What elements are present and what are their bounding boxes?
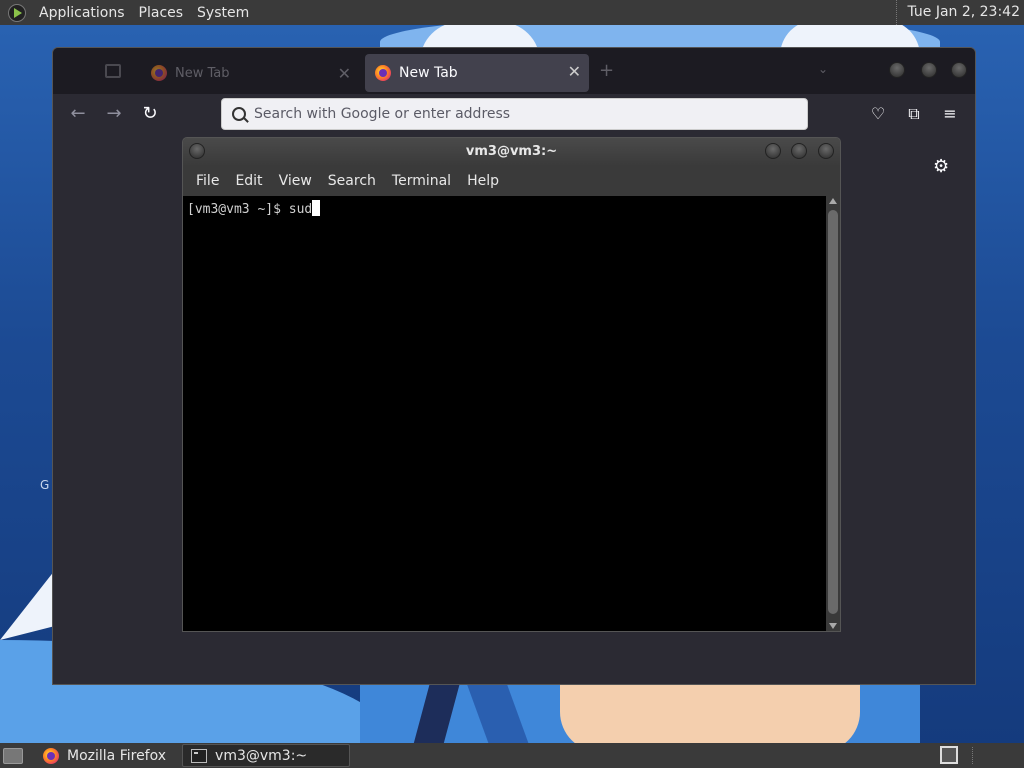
tab-new-tab-inactive[interactable]: New Tab ✕ [141,58,351,88]
maximize-button[interactable] [921,62,937,78]
forward-arrow-icon[interactable]: → [102,102,126,126]
terminal-window: vm3@vm3:~ File Edit View Search Terminal… [182,137,841,632]
desktop-icon-label[interactable]: G [40,478,49,492]
extensions-puzzle-icon[interactable]: ⧉ [903,103,925,125]
distro-logo-icon[interactable] [8,3,26,22]
terminal-menu-bar: File Edit View Search Terminal Help [183,166,840,196]
firefox-nav-bar: ← → ↻ ♡ ⧉ ≡ [53,94,975,134]
firefox-logo-icon [151,65,167,81]
menu-edit[interactable]: Edit [227,173,270,189]
workspace-switcher[interactable] [940,746,958,764]
close-button[interactable] [951,62,967,78]
bottom-panel: Mozilla Firefox vm3@vm3:~ [0,743,1024,768]
menu-terminal[interactable]: Terminal [384,173,459,189]
menu-view[interactable]: View [271,173,320,189]
tab-new-tab-active[interactable]: New Tab ✕ [365,54,589,92]
close-button[interactable] [818,143,834,159]
taskbar-item-terminal[interactable]: vm3@vm3:~ [182,744,351,767]
window-menu-button[interactable] [189,143,205,159]
terminal-title-bar[interactable]: vm3@vm3:~ [183,138,840,166]
menu-applications[interactable]: Applications [32,5,132,21]
search-icon [232,107,246,121]
menu-search[interactable]: Search [320,173,384,189]
maximize-button[interactable] [791,143,807,159]
url-input[interactable] [254,106,774,122]
terminal-scrollbar[interactable] [826,196,840,631]
url-bar[interactable] [221,98,808,130]
taskbar-item-firefox[interactable]: Mozilla Firefox [31,744,174,767]
panel-clock[interactable]: Tue Jan 2, 23:42 [896,0,1024,25]
firefox-logo-icon [375,65,391,81]
scroll-down-icon[interactable] [829,623,837,629]
terminal-icon [191,748,208,763]
gear-icon[interactable]: ⚙ [933,156,949,177]
firefox-tab-bar: New Tab ✕ New Tab ✕ + ⌄ [53,48,975,94]
terminal-title: vm3@vm3:~ [465,144,558,159]
close-icon[interactable]: ✕ [338,64,351,83]
menu-system[interactable]: System [190,5,256,21]
scrollbar-thumb[interactable] [828,210,838,614]
taskbar-item-label: vm3@vm3:~ [215,747,308,764]
pocket-icon[interactable]: ♡ [867,103,889,125]
terminal-prompt: [vm3@vm3 ~]$ [187,202,289,217]
scroll-up-icon[interactable] [829,198,837,204]
firefox-view-icon[interactable] [105,64,121,78]
top-panel: Applications Places System Tue Jan 2, 23… [0,0,1024,25]
taskbar-item-label: Mozilla Firefox [67,747,167,764]
show-desktop-icon[interactable] [3,747,23,764]
minimize-button[interactable] [765,143,781,159]
text-cursor [312,200,321,216]
close-icon[interactable]: ✕ [568,62,581,81]
tab-label: New Tab [175,65,230,81]
terminal-input: sud [288,202,313,217]
chevron-down-icon[interactable]: ⌄ [818,62,828,76]
minimize-button[interactable] [889,62,905,78]
hamburger-menu-icon[interactable]: ≡ [939,103,961,125]
terminal-screen[interactable]: [vm3@vm3 ~]$ sud [183,196,826,631]
tab-label: New Tab [399,65,458,81]
menu-places[interactable]: Places [132,5,191,21]
firefox-logo-icon [43,747,59,764]
menu-file[interactable]: File [188,173,227,189]
new-tab-plus-icon[interactable]: + [599,60,614,81]
menu-help[interactable]: Help [459,173,507,189]
back-arrow-icon[interactable]: ← [66,102,90,126]
reload-icon[interactable]: ↻ [138,102,162,126]
